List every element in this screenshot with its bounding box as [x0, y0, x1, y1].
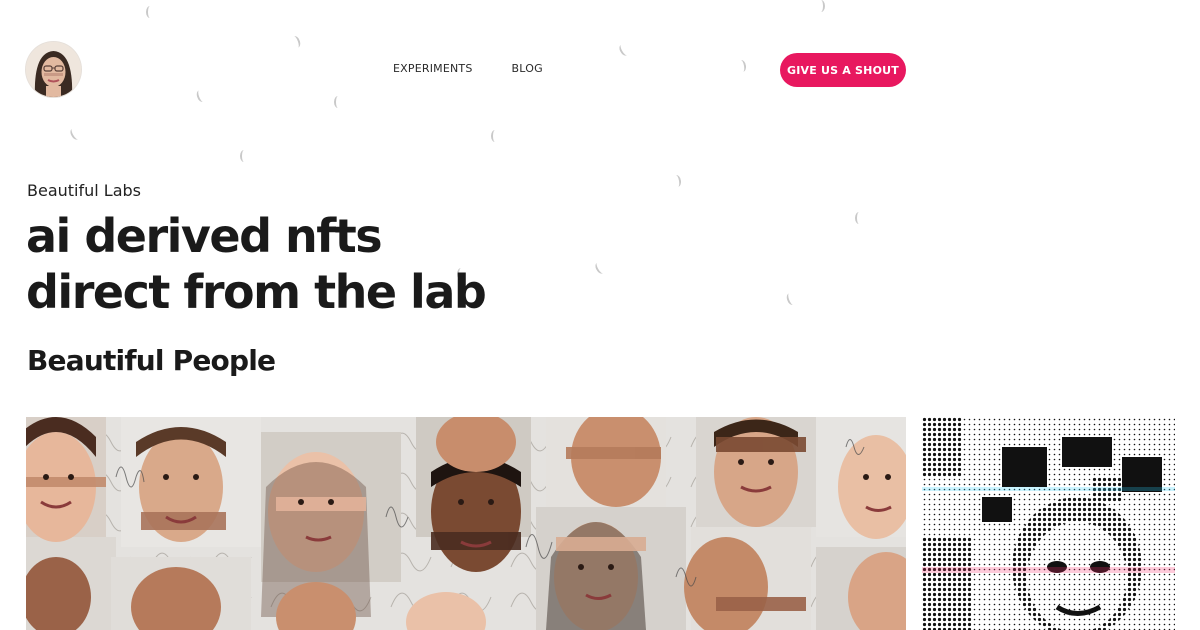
halftone-face-image[interactable]: [922, 417, 1175, 630]
decorative-mark: [68, 126, 82, 142]
decorative-mark: [817, 0, 825, 12]
hero-kicker: Beautiful Labs: [27, 181, 141, 200]
decorative-mark: [737, 59, 747, 73]
site-logo[interactable]: [26, 42, 81, 97]
decorative-mark: [785, 291, 797, 307]
decorative-mark: [146, 6, 154, 18]
face-collage-graphic: [26, 417, 906, 630]
decorative-mark: [290, 34, 302, 50]
main-nav: EXPERIMENTS BLOG: [393, 62, 543, 75]
hero-headline-line-1: ai derived nfts: [26, 209, 383, 263]
halftone-face-graphic: [922, 417, 1175, 630]
decorative-mark: [240, 150, 248, 162]
face-collage-image[interactable]: [26, 417, 906, 630]
nav-experiments-link[interactable]: EXPERIMENTS: [393, 62, 473, 75]
decorative-mark: [617, 42, 631, 58]
decorative-mark: [672, 174, 682, 188]
hero-headline: ai derived nfts direct from the lab: [26, 208, 487, 320]
decorative-mark: [593, 260, 607, 276]
decorative-mark: [491, 130, 499, 142]
decorative-mark: [334, 96, 342, 108]
page: EXPERIMENTS BLOG GIVE US A SHOUT Beautif…: [0, 0, 1200, 630]
section-title: Beautiful People: [27, 344, 276, 377]
face-portrait-icon: [26, 42, 81, 97]
decorative-mark: [855, 212, 863, 224]
nav-blog-link[interactable]: BLOG: [512, 62, 543, 75]
give-us-a-shout-button[interactable]: GIVE US A SHOUT: [780, 53, 906, 87]
hero-headline-line-2: direct from the lab: [26, 265, 487, 319]
decorative-mark: [195, 88, 207, 104]
